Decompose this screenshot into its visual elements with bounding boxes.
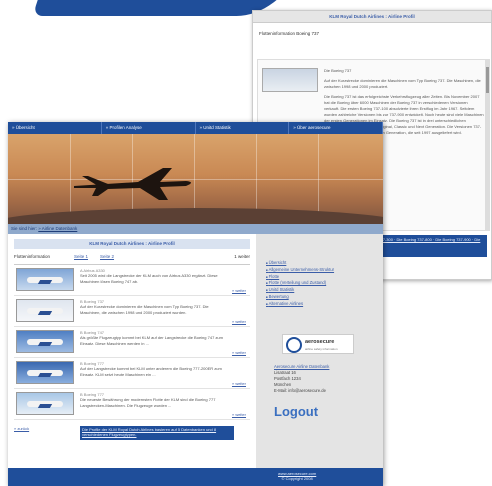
detail-paragraph: Auf der Kurzstrecke dominieren die Masch… [324,78,481,89]
list-item-text: B Boeing 737 Auf der Kurzstrecke dominie… [80,299,230,315]
aircraft-thumbnail [262,68,318,92]
aircraft-thumbnail[interactable] [16,299,74,322]
list-item: B Boeing 777 Die neueste Bewährung der m… [14,389,250,420]
list-item: B Boeing 737 Auf der Kurzstrecke dominie… [14,296,250,327]
sidebar-item-overview[interactable]: Übersicht [266,260,383,267]
logout-button[interactable]: Logout [274,404,318,419]
fleet-list: A Airbus A330 Seit 2005 wird die Langstr… [14,264,250,420]
list-item-text: B Boeing 747 Als größte Flugzeugtyp komm… [80,330,230,346]
aircraft-description: Seit 2005 wird die Langstrecke der KLM a… [80,273,218,284]
nav-item-about[interactable]: » Über aerosecure [289,122,383,134]
contact-email[interactable]: E-Mail: info@aerosecure.de [274,388,329,394]
list-item-text: B Boeing 777 Auf der Langstrecke kommt b… [80,361,230,377]
sidebar-links: Übersicht Allgemeine Unternehmens-Strukt… [266,260,383,308]
detail-window-subheader: Flotteninformation Boeing 737 [259,31,320,36]
list-item: B Boeing 777 Auf der Langstrecke kommt b… [14,358,250,389]
aircraft-description: Auf der Langstrecke kommt bei KLM unter … [80,366,222,377]
next-page-link[interactable]: 1 weiter [234,254,250,259]
back-link[interactable]: » zurück [14,426,29,431]
airplane-silhouette-icon [74,168,191,200]
aircraft-description: Als größte Flugzeugtyp kommt bei KLM auf… [80,335,223,346]
detail-window-header: KLM Royal Dutch Airlines : Airline Profi… [253,11,491,23]
page-2-link[interactable]: Seite 2 [100,254,114,259]
aircraft-description: Die neueste Bewährung der modernsten Flo… [80,397,216,408]
nav-item-statistics[interactable]: » Unitd Statistik [196,122,290,134]
sidebar-item-rating[interactable]: Bewertung [266,294,383,301]
more-link[interactable]: » weiter [232,412,246,417]
sidebar: Übersicht Allgemeine Unternehmens-Strukt… [256,234,383,474]
nav-item-analysis[interactable]: » Profilen Analyse [102,122,196,134]
scrollbar-thumb[interactable] [486,67,489,93]
horizon-silhouette [8,208,383,224]
list-header-label: Flotteninformation [14,254,51,259]
breadcrumb-link[interactable]: » Airline Datenbank [38,226,77,231]
hero-image [8,134,383,224]
page-title: KLM Royal Dutch Airlines : Airline Profi… [14,239,250,249]
page-1-link[interactable]: Seite 1 [74,254,88,259]
aircraft-thumbnail[interactable] [16,330,74,353]
airline-profile-window: » Übersicht » Profilen Analyse » Unitd S… [8,122,383,486]
list-item: A Airbus A330 Seit 2005 wird die Langstr… [14,265,250,296]
footer-text: www.aerosecure.com © Copyright 2008 [278,471,316,481]
detail-scrollbar[interactable] [485,59,490,231]
sidebar-item-structure[interactable]: Allgemeine Unternehmens-Struktur [266,267,383,274]
more-link[interactable]: » weiter [232,288,246,293]
footer-copyright: © Copyright 2008 [281,476,313,481]
sidebar-item-fleet[interactable]: Flotte [266,274,383,281]
main-nav: » Übersicht » Profilen Analyse » Unitd S… [8,122,383,134]
logo-ring-icon [286,337,302,353]
list-item: B Boeing 747 Als größte Flugzeugtyp komm… [14,327,250,358]
aircraft-thumbnail[interactable] [16,392,74,415]
more-link[interactable]: » weiter [232,350,246,355]
breadcrumb-prefix: Sie sind hier: [11,226,39,231]
aerosecure-logo: aerosecure airline safety information [282,334,354,354]
logo-tagline: airline safety information [305,347,338,351]
list-item-text: B Boeing 777 Die neueste Bewährung der m… [80,392,230,408]
aircraft-description: Auf der Kurzstrecke dominieren die Masch… [80,304,209,315]
aircraft-thumbnail[interactable] [16,361,74,384]
breadcrumb: Sie sind hier: » Airline Datenbank [8,224,383,234]
more-link[interactable]: » weiter [232,381,246,386]
main-content: KLM Royal Dutch Airlines : Airline Profi… [8,234,256,440]
footer-bar: www.aerosecure.com © Copyright 2008 [8,468,383,486]
list-header: Flotteninformation Seite 1 Seite 2 1 wei… [14,254,250,262]
aircraft-thumbnail[interactable] [16,268,74,291]
contact-block: Aerosecure Airline Datenbank Lisatraat 1… [274,364,329,394]
sidebar-item-alternatives[interactable]: Alternative Airlines [266,301,383,308]
logo-name: aerosecure [305,339,335,345]
profile-note[interactable]: Die Profile der KLM Royal Dutch Airlines… [80,426,234,440]
sidebar-item-statistics[interactable]: Unitd Statistik [266,287,383,294]
more-link[interactable]: » weiter [232,319,246,324]
list-item-text: A Airbus A330 Seit 2005 wird die Langstr… [80,268,230,284]
sidebar-item-fleet-distribution[interactable]: Flotte (Verteilung und Zustand) [266,280,383,287]
list-footer: » zurück Die Profile der KLM Royal Dutch… [14,426,250,440]
nav-item-overview[interactable]: » Übersicht [8,122,102,134]
detail-paragraph: Die Boeing 737 [324,68,352,73]
